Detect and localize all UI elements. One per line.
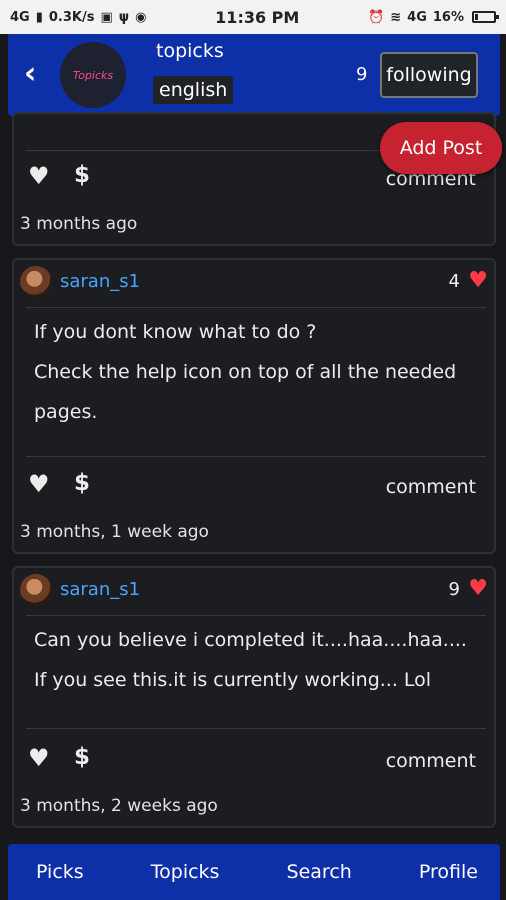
- dollar-icon[interactable]: $: [74, 162, 90, 188]
- nav-picks[interactable]: Picks: [36, 861, 84, 883]
- heart-filled-icon[interactable]: ♥: [468, 268, 488, 293]
- alarm-icon: ⏰: [368, 9, 385, 25]
- post-line: If you see this.it is currently working.…: [34, 669, 432, 691]
- nav-profile[interactable]: Profile: [419, 861, 478, 883]
- post-body: If you dont know what to do ? Check the …: [34, 312, 484, 432]
- network-speed: 0.3K/s: [48, 9, 95, 25]
- data-indicator: 4G: [407, 9, 427, 25]
- divider: [26, 728, 486, 729]
- sim-icon: ▣: [100, 9, 113, 25]
- network-indicator: 4G: [10, 9, 30, 25]
- volte-icon: ≋: [390, 9, 402, 25]
- heart-filled-icon[interactable]: ♥: [468, 576, 488, 601]
- username[interactable]: saran_s1: [60, 271, 140, 292]
- avatar[interactable]: [20, 574, 52, 606]
- topic-logo-text: Topicks: [72, 68, 114, 82]
- heart-icon[interactable]: ♥: [28, 470, 50, 498]
- battery-icon: [472, 11, 499, 23]
- divider: [26, 456, 486, 457]
- app-header: ‹ Topicks topicks english 9 following: [8, 34, 500, 116]
- post-time: 3 months ago: [20, 214, 138, 234]
- follower-count: 9: [356, 64, 368, 85]
- like-count: 4: [448, 271, 460, 292]
- clock: 11:36 PM: [215, 7, 300, 27]
- status-bar: 4G ▮ 0.3K/s ▣ ψ ◉ 11:36 PM ⏰ ≋ 4G 16%: [0, 0, 506, 34]
- post-time: 3 months, 2 weeks ago: [20, 796, 218, 816]
- status-right: ⏰ ≋ 4G 16%: [368, 9, 499, 25]
- username[interactable]: saran_s1: [60, 579, 140, 600]
- post-time: 3 months, 1 week ago: [20, 522, 209, 542]
- like-count: 9: [448, 579, 460, 600]
- avatar[interactable]: [20, 266, 52, 298]
- topic-title: topicks: [156, 40, 224, 62]
- chevron-left-icon[interactable]: ‹: [24, 59, 46, 90]
- post-line: pages.: [34, 401, 98, 423]
- following-button[interactable]: following: [380, 52, 478, 98]
- dollar-icon[interactable]: $: [74, 470, 90, 496]
- dollar-icon[interactable]: $: [74, 744, 90, 770]
- usb-icon: ψ: [118, 9, 130, 25]
- post-header: saran_s1 4 ♥: [14, 260, 494, 308]
- divider: [26, 615, 486, 616]
- battery-fill: [475, 14, 478, 20]
- topic-logo: Topicks: [60, 42, 126, 108]
- divider: [26, 307, 486, 308]
- hotspot-icon: ◉: [135, 9, 147, 25]
- post-line: Check the help icon on top of all the ne…: [34, 361, 457, 383]
- post-card: saran_s1 9 ♥ Can you believe i completed…: [12, 566, 496, 828]
- post-line: Can you believe i completed it....haa...…: [34, 629, 467, 651]
- battery-percent: 16%: [432, 9, 464, 25]
- comment-link[interactable]: comment: [386, 476, 476, 498]
- nav-topicks[interactable]: Topicks: [151, 861, 220, 883]
- status-left: 4G ▮ 0.3K/s ▣ ψ ◉: [10, 10, 146, 25]
- add-post-button[interactable]: Add Post: [380, 122, 502, 174]
- post-header: saran_s1 9 ♥: [14, 568, 494, 616]
- signal-icon: ▮: [35, 9, 43, 25]
- comment-link[interactable]: comment: [386, 750, 476, 772]
- language-badge[interactable]: english: [153, 76, 234, 104]
- nav-search[interactable]: Search: [287, 861, 352, 883]
- heart-icon[interactable]: ♥: [28, 162, 50, 190]
- heart-icon[interactable]: ♥: [28, 744, 50, 772]
- post-card: saran_s1 4 ♥ If you dont know what to do…: [12, 258, 496, 554]
- post-body: Can you believe i completed it....haa...…: [34, 620, 484, 700]
- post-line: If you dont know what to do ?: [34, 321, 317, 343]
- bottom-nav: Picks Topicks Search Profile: [8, 844, 500, 900]
